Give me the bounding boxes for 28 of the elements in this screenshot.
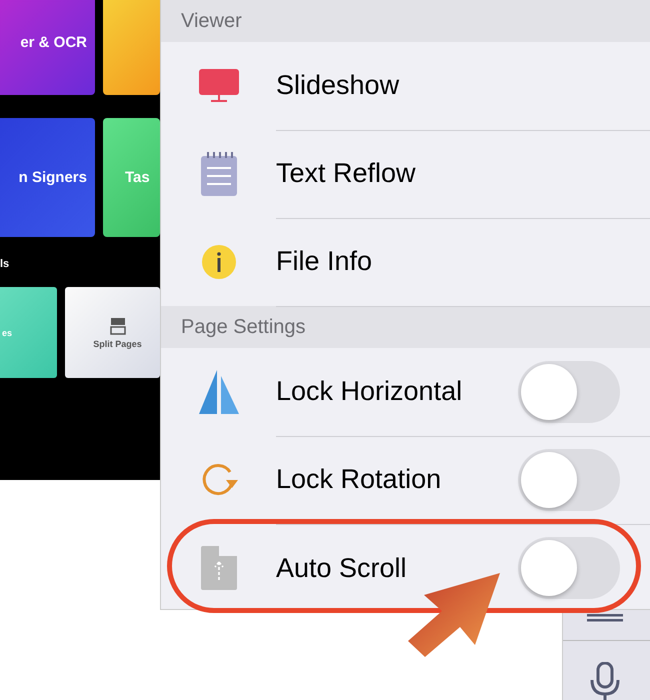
section-header: Page Settings [181,316,306,338]
section-label: ls [0,258,10,270]
sailboat-icon [198,370,238,414]
handle-icon[interactable] [587,614,623,622]
tile-label: Tas [125,169,150,186]
document-icon [200,546,236,590]
info-icon [202,245,236,279]
toggle-switch[interactable] [518,537,620,599]
split-icon [108,316,126,334]
feature-tile[interactable]: n Signers [0,118,95,237]
tile-label: n Signers [18,169,87,186]
menu-item[interactable]: Lock Horizontal [276,376,462,407]
tool-tile[interactable]: Split Pages [65,287,160,378]
tile-label: Split Pages [93,338,142,348]
microphone-icon[interactable] [589,662,621,700]
notepad-icon [200,152,236,196]
monitor-icon [198,69,238,103]
tile-label: es [2,328,12,338]
tile-label: er & OCR [20,34,87,51]
menu-item[interactable]: Slideshow [276,70,400,101]
menu-item[interactable]: Auto Scroll [276,552,407,584]
section-header: Viewer [181,10,242,32]
menu-item[interactable]: File Info [276,246,372,277]
rotate-icon [200,462,238,498]
menu-item[interactable]: Text Reflow [276,158,416,189]
menu-item[interactable]: Lock Rotation [276,464,442,495]
tile-background[interactable] [103,0,160,95]
feature-tile[interactable]: er & OCR [0,0,95,95]
